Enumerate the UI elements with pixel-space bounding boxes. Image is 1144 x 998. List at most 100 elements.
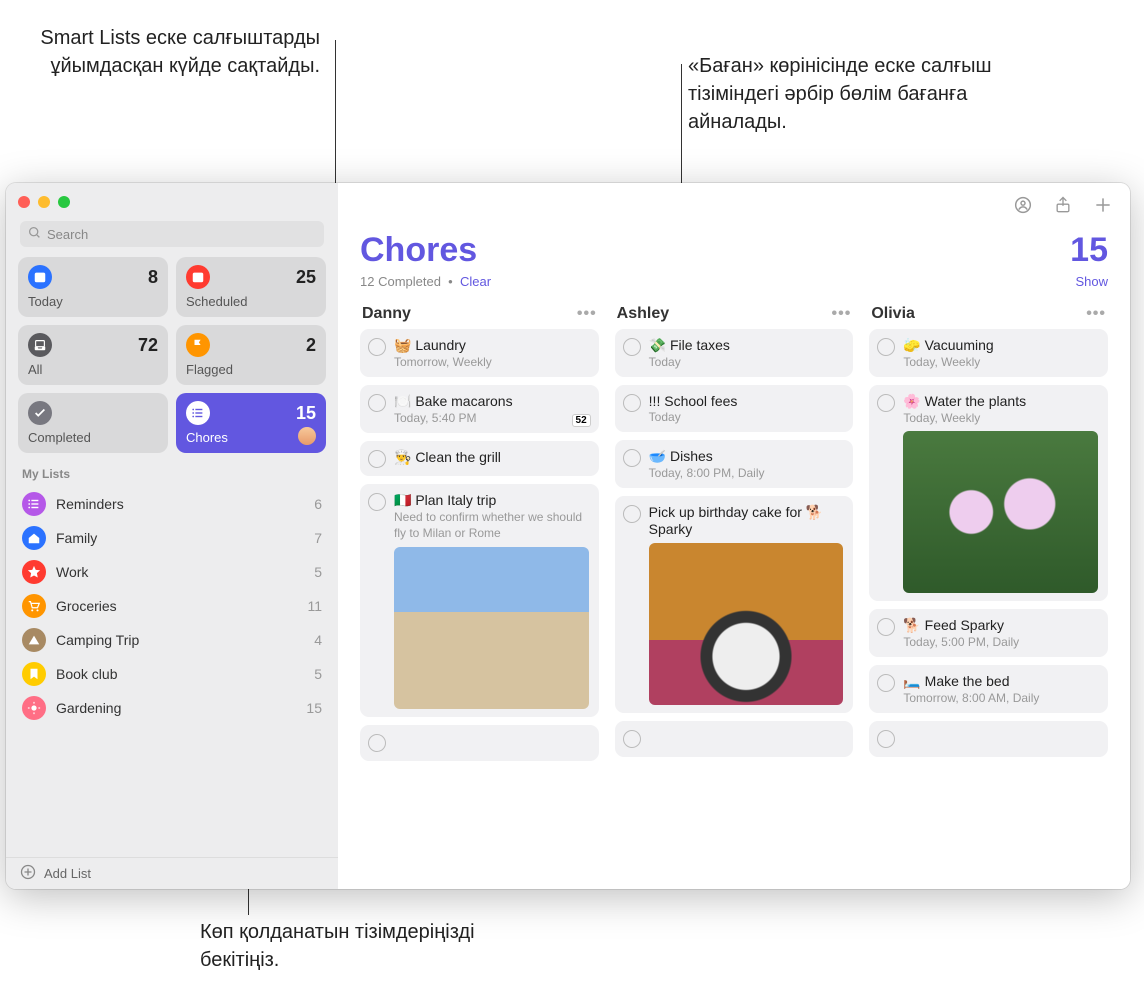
complete-toggle[interactable] <box>368 338 386 356</box>
reminder-meta: Today, 5:40 PM <box>394 411 589 425</box>
sun-icon <box>22 696 46 720</box>
collaborate-button[interactable] <box>1012 194 1034 216</box>
reminder-meta: Tomorrow, Weekly <box>394 355 589 369</box>
reminder-meta: Today <box>649 410 844 424</box>
sidebar-list-camping-trip[interactable]: Camping Trip4 <box>6 623 338 657</box>
clear-completed-button[interactable]: Clear <box>460 274 491 289</box>
sidebar-list-gardening[interactable]: Gardening15 <box>6 691 338 725</box>
list-label: Camping Trip <box>56 632 304 648</box>
complete-toggle[interactable] <box>368 394 386 412</box>
smart-tile-all[interactable]: 72 All <box>18 325 168 385</box>
list-total-count: 15 <box>1070 231 1108 270</box>
complete-toggle[interactable] <box>623 394 641 412</box>
list-label: Family <box>56 530 304 546</box>
complete-toggle[interactable] <box>877 674 895 692</box>
search-placeholder: Search <box>47 227 88 242</box>
close-window-button[interactable] <box>18 196 30 208</box>
reminder-title: 🐕 Feed Sparky <box>903 617 1098 634</box>
reminder-card[interactable]: 🇮🇹 Plan Italy tripNeed to confirm whethe… <box>360 484 599 717</box>
tent-icon <box>22 628 46 652</box>
my-lists: Reminders6Family7Work5Groceries11Camping… <box>6 487 338 857</box>
reminder-card[interactable]: 🐕 Feed SparkyToday, 5:00 PM, Daily <box>869 609 1108 657</box>
column-more-button[interactable]: ••• <box>832 305 852 323</box>
sidebar-list-book-club[interactable]: Book club5 <box>6 657 338 691</box>
list-count: 11 <box>307 598 322 614</box>
calendar-today-icon <box>28 265 52 289</box>
show-button[interactable]: Show <box>1075 274 1108 289</box>
minimize-window-button[interactable] <box>38 196 50 208</box>
sidebar-list-groceries[interactable]: Groceries11 <box>6 589 338 623</box>
reminder-title: 💸 File taxes <box>649 337 844 354</box>
reminder-card[interactable]: 🌸 Water the plantsToday, Weekly <box>869 385 1108 601</box>
zoom-window-button[interactable] <box>58 196 70 208</box>
reminder-card[interactable]: 🛏️ Make the bedTomorrow, 8:00 AM, Daily <box>869 665 1108 713</box>
reminder-image <box>903 431 1098 593</box>
complete-toggle[interactable] <box>877 618 895 636</box>
reminder-card[interactable]: Pick up birthday cake for 🐕 Sparky <box>615 496 854 713</box>
complete-toggle[interactable] <box>877 394 895 412</box>
smart-tile-flagged[interactable]: 2Flagged <box>176 325 326 385</box>
column-olivia: Olivia ••• 🧽 VacuumingToday, Weekly 🌸 Water… <box>869 299 1108 879</box>
smart-count: 15 <box>296 403 316 424</box>
complete-toggle[interactable] <box>623 505 641 523</box>
list-label: Work <box>56 564 304 580</box>
smart-tile-scheduled[interactable]: 25Scheduled <box>176 257 326 317</box>
new-reminder-placeholder[interactable] <box>869 721 1108 757</box>
sidebar-list-work[interactable]: Work5 <box>6 555 338 589</box>
complete-toggle[interactable] <box>368 450 386 468</box>
column-title: Danny <box>362 305 411 323</box>
share-button[interactable] <box>1052 194 1074 216</box>
complete-toggle[interactable] <box>877 730 895 748</box>
smart-tile-chores[interactable]: 15Chores <box>176 393 326 453</box>
reminder-card[interactable]: !!! School feesToday <box>615 385 854 432</box>
reminders-window: Search 8Today25Scheduled72All2FlaggedCom… <box>6 183 1130 889</box>
smart-tile-completed[interactable]: Completed <box>18 393 168 453</box>
column-title: Olivia <box>871 305 915 323</box>
callout-smart-lists: Smart Lists еске салғыштарды ұйымдасқан … <box>40 24 320 80</box>
column-more-button[interactable]: ••• <box>577 305 597 323</box>
reminder-title: !!! School fees <box>649 393 844 409</box>
new-reminder-placeholder[interactable] <box>615 721 854 757</box>
add-list-button[interactable]: Add List <box>6 857 338 889</box>
add-reminder-button[interactable] <box>1092 194 1114 216</box>
reminder-title: 🇮🇹 Plan Italy trip <box>394 492 589 509</box>
list-count: 7 <box>314 530 322 546</box>
reminder-title: 🥣 Dishes <box>649 448 844 465</box>
complete-toggle[interactable] <box>368 734 386 752</box>
cart-icon <box>22 594 46 618</box>
add-list-label: Add List <box>44 866 91 881</box>
list-icon <box>186 401 210 425</box>
list-count: 15 <box>306 700 322 716</box>
reminder-card[interactable]: 🥣 DishesToday, 8:00 PM, Daily <box>615 440 854 488</box>
search-input[interactable]: Search <box>20 221 324 247</box>
complete-toggle[interactable] <box>623 730 641 748</box>
titlebar <box>6 183 338 221</box>
complete-toggle[interactable] <box>623 449 641 467</box>
reminder-card[interactable]: 🧽 VacuumingToday, Weekly <box>869 329 1108 377</box>
reminder-title: 🌸 Water the plants <box>903 393 1098 410</box>
new-reminder-placeholder[interactable] <box>360 725 599 761</box>
sidebar-list-reminders[interactable]: Reminders6 <box>6 487 338 521</box>
reminder-card[interactable]: 🍽️ Bake macaronsToday, 5:40 PM52 <box>360 385 599 433</box>
column-more-button[interactable]: ••• <box>1086 305 1106 323</box>
sidebar-list-family[interactable]: Family 7 <box>6 521 338 555</box>
columns-container: Danny ••• 🧺 LaundryTomorrow, Weekly 🍽️ Bake… <box>338 299 1130 889</box>
flag-icon <box>186 333 210 357</box>
reminder-card[interactable]: 🧺 LaundryTomorrow, Weekly <box>360 329 599 377</box>
reminder-card[interactable]: 💸 File taxesToday <box>615 329 854 377</box>
smart-tile-today[interactable]: 8Today <box>18 257 168 317</box>
complete-toggle[interactable] <box>368 493 386 511</box>
smart-count: 72 <box>138 335 158 356</box>
tray-icon <box>28 333 52 357</box>
reminder-card[interactable]: 👨‍🍳 Clean the grill <box>360 441 599 476</box>
reminder-meta: Tomorrow, 8:00 AM, Daily <box>903 691 1098 705</box>
complete-toggle[interactable] <box>877 338 895 356</box>
check-icon <box>28 401 52 425</box>
smart-label: All <box>28 362 158 377</box>
list-title: Chores <box>360 231 477 270</box>
complete-toggle[interactable] <box>623 338 641 356</box>
callout-pin: Көп қолданатын тізімдеріңізді бекітіңіз. <box>200 918 540 974</box>
reminder-note: Need to confirm whether we should fly to… <box>394 510 589 541</box>
smart-count: 8 <box>148 267 158 288</box>
reminder-title: 🧺 Laundry <box>394 337 589 354</box>
